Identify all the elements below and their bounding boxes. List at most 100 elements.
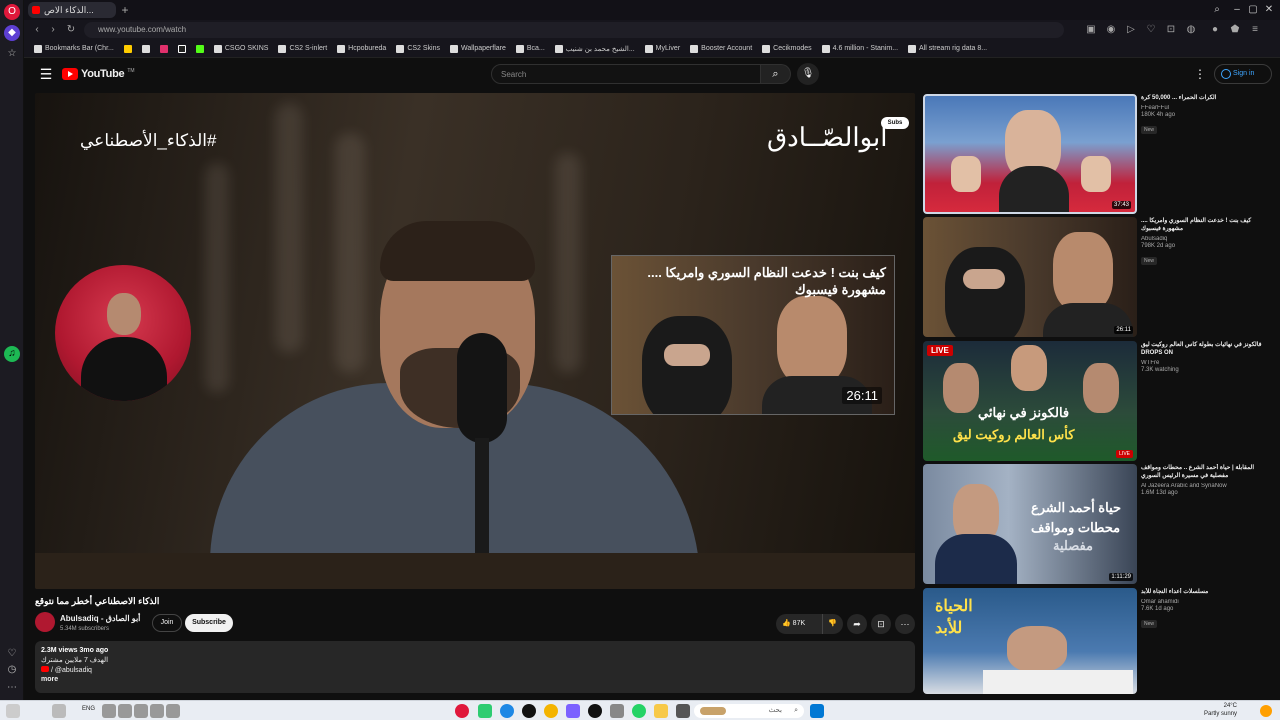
taskbar-search[interactable]: بحث ⌕ — [694, 704, 804, 718]
history-icon[interactable]: ◷ — [4, 662, 20, 678]
profile-icon[interactable]: ◍ — [1184, 23, 1198, 37]
spotify-icon[interactable]: ♫ — [4, 346, 20, 362]
youtube-logo[interactable]: YouTube TM — [62, 67, 135, 81]
save-button[interactable]: ⊡ — [871, 614, 891, 634]
app-taskbar-icon[interactable] — [522, 704, 536, 718]
subscribe-watermark-badge[interactable]: Subs — [881, 117, 909, 129]
channel-avatar[interactable] — [35, 612, 55, 632]
close-window-button[interactable]: ✕ — [1262, 3, 1276, 17]
recommendation-info[interactable]: الكرات الحمراء ... 50,000 كرة FFearFFul … — [1141, 94, 1266, 136]
recommendation-thumbnail[interactable]: حياة أحمد الشرع محطات ومواقف مفصلية 1:11… — [923, 464, 1137, 584]
heart-icon[interactable]: ♡ — [4, 646, 20, 662]
bookmark-icon-only[interactable] — [141, 44, 150, 53]
bookmark-item[interactable]: CSGO SKINS — [213, 44, 268, 53]
forward-icon[interactable]: › — [46, 23, 60, 37]
bookmark-item[interactable]: Bookmarks Bar (Chr... — [34, 44, 114, 53]
tab-active[interactable]: الذكاء الاص... — [28, 2, 116, 18]
bookmark-item[interactable]: CS2 Skins — [396, 44, 440, 53]
shield-icon[interactable]: ⬟ — [1228, 23, 1242, 37]
opera-taskbar-icon[interactable] — [455, 704, 469, 718]
recommendation-info[interactable]: مسلسلات أعداء النجاة للأبد Omar ahamidi … — [1141, 588, 1266, 630]
recommendation-thumbnail[interactable]: 37:43 — [923, 94, 1137, 214]
app-taskbar-icon[interactable] — [478, 704, 492, 718]
like-button[interactable]: 👍 87K — [776, 614, 816, 634]
battery-icon[interactable] — [134, 704, 148, 718]
menu-button[interactable]: ☰ — [38, 66, 54, 82]
sign-in-button[interactable]: Sign in — [1214, 64, 1272, 84]
bookmark-icon-only[interactable] — [177, 44, 186, 53]
recommendation-thumbnail[interactable]: LIVE فالكونز في نهائي كأس العالم روكيت ل… — [923, 341, 1137, 461]
search-input[interactable] — [491, 64, 761, 84]
channel-name[interactable]: Abulsadiq - أبو الصادق — [60, 614, 140, 623]
edge-taskbar-icon[interactable] — [500, 704, 514, 718]
input-language[interactable]: ENG — [82, 706, 95, 712]
recommendation-info[interactable]: المقابلة | حياة أحمد الشرع .. محطات وموا… — [1141, 464, 1266, 496]
extension-icon[interactable]: ▣ — [1084, 23, 1098, 37]
search-button[interactable]: ⌕ — [761, 64, 791, 84]
chrome-taskbar-icon[interactable] — [544, 704, 558, 718]
file-explorer-icon[interactable] — [654, 704, 668, 718]
maximize-button[interactable]: ▢ — [1246, 3, 1260, 17]
bookmark-item[interactable]: Hcpobureda — [337, 44, 386, 53]
network-icon[interactable] — [102, 704, 116, 718]
channel-endscreen-avatar[interactable] — [55, 265, 191, 401]
bookmark-icon-only[interactable] — [195, 44, 204, 53]
app-taskbar-icon[interactable] — [566, 704, 580, 718]
url-field[interactable]: www.youtube.com/watch — [84, 22, 1064, 38]
aria-icon[interactable]: ◆ — [4, 25, 20, 41]
more-icon[interactable]: ⋯ — [4, 680, 20, 696]
recommendation-thumbnail[interactable]: 26:11 — [923, 217, 1137, 337]
start-menu-icon[interactable] — [810, 704, 824, 718]
speed-dial-icon[interactable]: ☆ — [4, 46, 20, 62]
tray-icon[interactable] — [52, 704, 66, 718]
app-taskbar-icon[interactable] — [610, 704, 624, 718]
bookmark-item[interactable]: 4.6 million - Stanim... — [821, 44, 898, 53]
opera-logo-icon[interactable]: O — [4, 4, 20, 20]
bookmark-item[interactable]: Wallpaperflare — [450, 44, 506, 53]
bookmarks-bar: Bookmarks Bar (Chr... CSGO SKINS CS2 S-i… — [24, 40, 1280, 58]
recommendation-info[interactable]: فالكونز في نهائيات بطولة كاس العالم روكي… — [1141, 341, 1266, 373]
share-button[interactable]: ➦ — [847, 614, 867, 634]
description-box[interactable]: 2.3M views 3mo ago الهدف 7 ملايين مشترك … — [35, 641, 915, 693]
voice-search-button[interactable]: 🎙 — [797, 63, 819, 85]
reload-icon[interactable]: ↻ — [64, 23, 78, 37]
search-tabs-icon[interactable]: ⌕ — [1210, 3, 1224, 17]
bookmark-item[interactable]: MyLiver — [644, 44, 680, 53]
play-icon[interactable]: ▷ — [1124, 23, 1138, 37]
recommendation-thumbnail[interactable]: الحياة للأبد — [923, 588, 1137, 694]
join-button[interactable]: Join — [152, 614, 182, 632]
volume-icon[interactable] — [118, 704, 132, 718]
bookmark-item[interactable]: Cecikmodes — [762, 44, 812, 53]
more-actions-button[interactable]: ⋯ — [895, 614, 915, 634]
bookmark-item[interactable]: الشيخ محمد بن شنيب... — [554, 44, 635, 53]
description-link[interactable]: / @abulsadiq — [41, 666, 909, 674]
recommendation-info[interactable]: كيف بنت ! خدعت النظام السوري وامريكا ...… — [1141, 217, 1266, 267]
bookmark-item[interactable]: Booster Account — [690, 44, 752, 53]
whatsapp-taskbar-icon[interactable] — [632, 704, 646, 718]
bookmark-item[interactable]: CS2 S-inlert — [278, 44, 327, 53]
widgets-icon[interactable] — [6, 704, 20, 718]
app-taskbar-icon[interactable] — [676, 704, 690, 718]
back-icon[interactable]: ‹ — [30, 23, 44, 37]
camera-icon[interactable]: ◉ — [1104, 23, 1118, 37]
bookmark-item[interactable]: All stream rig data 8... — [908, 44, 987, 53]
subscribe-button[interactable]: Subscribe — [185, 614, 233, 632]
heart-outline-icon[interactable]: ♡ — [1144, 23, 1158, 37]
weather-widget[interactable]: 24°C Partly sunny — [1204, 702, 1237, 718]
easy-setup-icon[interactable]: ≡ — [1248, 23, 1262, 37]
tray-app-icon[interactable] — [166, 704, 180, 718]
tray-app-icon[interactable] — [150, 704, 164, 718]
endscreen-video-card[interactable]: كيف بنت ! خدعت النظام السوري وامريكا ...… — [611, 255, 895, 415]
bookmark-icon[interactable]: ⊡ — [1164, 23, 1178, 37]
minimize-button[interactable]: – — [1230, 3, 1244, 17]
new-tab-button[interactable]: + — [118, 3, 132, 17]
bookmark-item[interactable]: Bca... — [515, 44, 545, 53]
bookmark-icon-only[interactable] — [123, 44, 132, 53]
app-taskbar-icon[interactable] — [588, 704, 602, 718]
bookmark-icon-only[interactable] — [159, 44, 168, 53]
show-more-link[interactable]: more — [41, 676, 909, 683]
dislike-button[interactable]: 👎 — [822, 614, 842, 634]
settings-menu-button[interactable]: ⋮ — [1194, 66, 1206, 82]
video-player[interactable]: #الذكاء_الأصطناعي أبوالصّــادق Subs كيف … — [35, 93, 915, 589]
adblock-icon[interactable]: ● — [1208, 23, 1222, 37]
